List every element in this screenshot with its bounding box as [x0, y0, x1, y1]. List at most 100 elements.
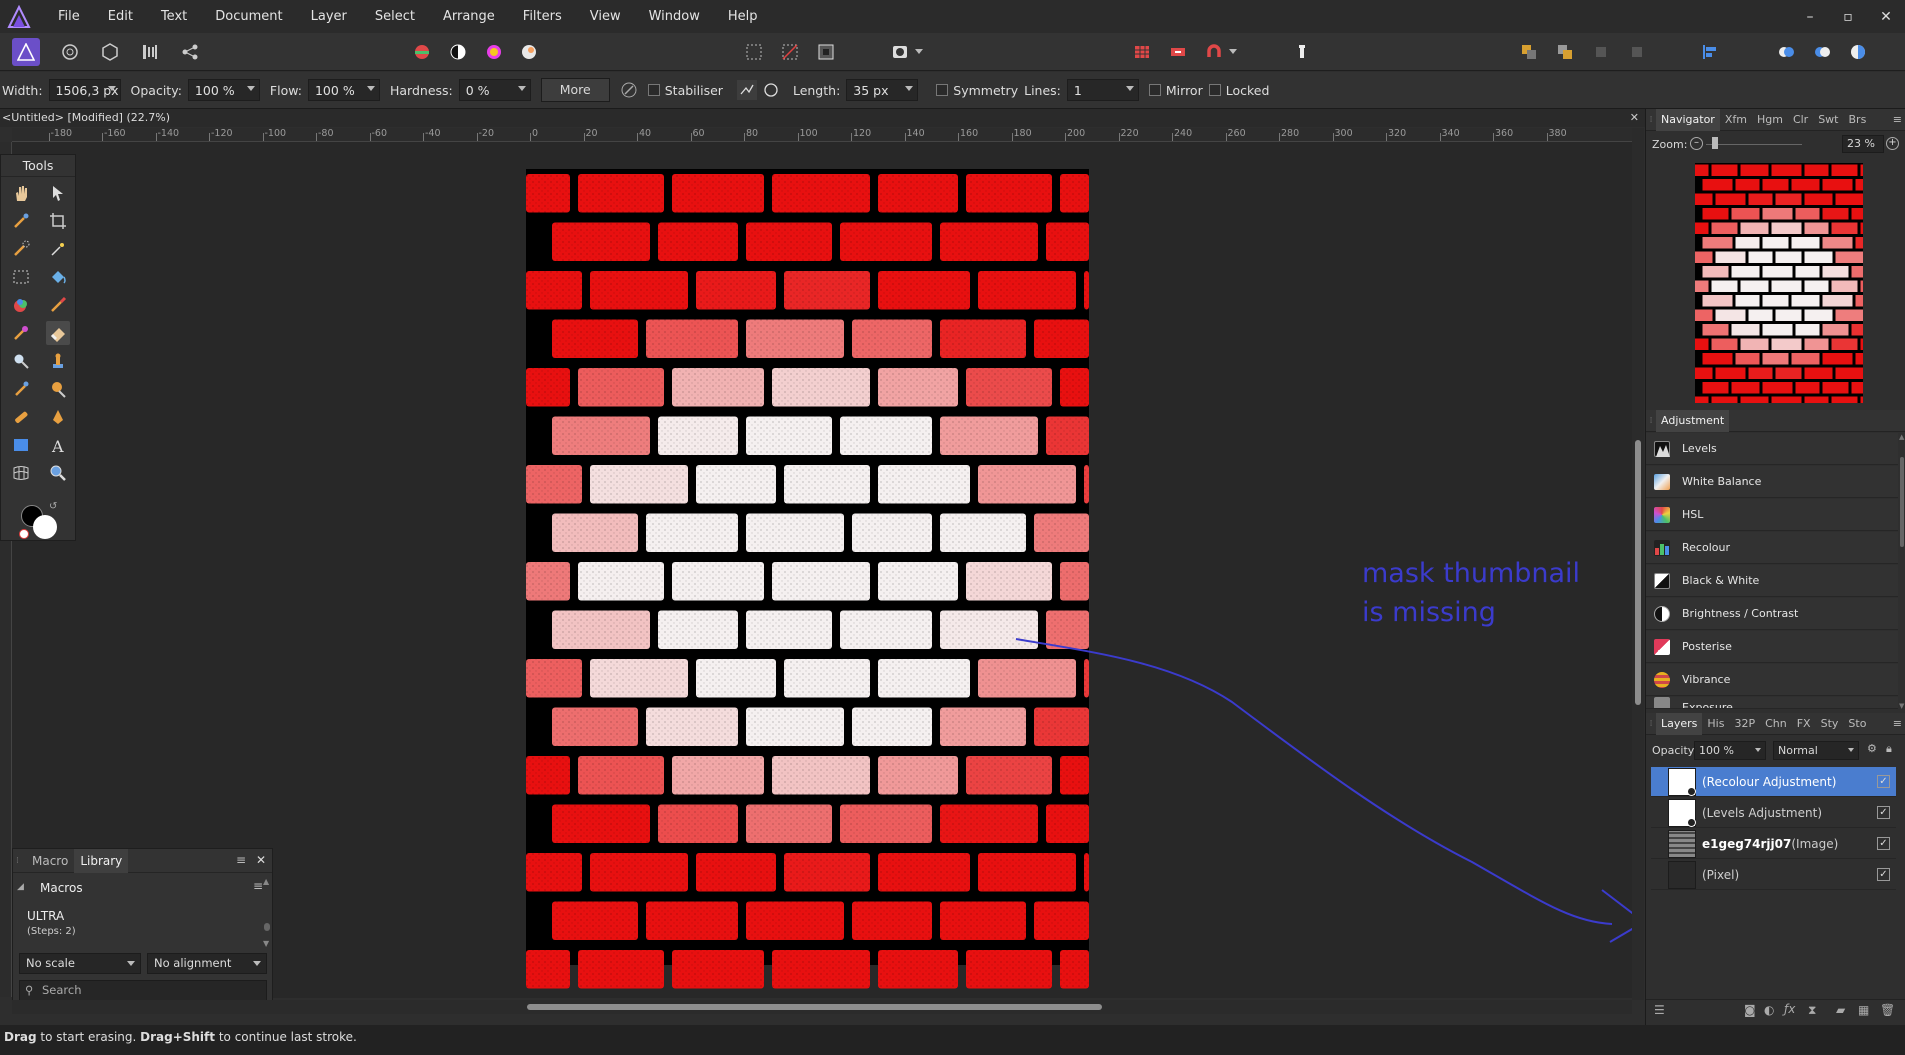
adjustment-black-white[interactable]: Black & White [1646, 565, 1898, 597]
tab-adjustment[interactable]: Adjustment [1656, 409, 1730, 432]
menu-select[interactable]: Select [361, 0, 429, 33]
macros-section-header[interactable]: ◢ Macros ≡ [13, 879, 263, 899]
auto-contrast-icon[interactable] [444, 38, 472, 66]
tab-navigator[interactable]: Navigator [1656, 108, 1720, 131]
locked-checkbox[interactable] [1208, 84, 1221, 96]
layer-visibility-checkbox[interactable]: ✓ [1877, 868, 1890, 881]
tab-brushes[interactable]: Brs [1844, 109, 1872, 131]
zoom-in-icon[interactable]: + [1886, 137, 1899, 150]
layer-settings-gear-icon[interactable]: ⚙ [1867, 742, 1877, 755]
horizontal-scrollbar[interactable] [12, 1000, 1632, 1014]
restore-button[interactable]: ▫ [1829, 0, 1867, 33]
move-to-front-icon[interactable] [1623, 38, 1651, 66]
flood-select-tool-icon[interactable] [46, 237, 70, 261]
zoom-value-field[interactable]: 23 % [1842, 135, 1884, 153]
lock-icon[interactable]: 🔒︎ [1886, 742, 1892, 756]
paint-brush-tool-icon[interactable] [46, 293, 70, 317]
layer-pixel[interactable]: (Pixel) ✓ [1651, 860, 1896, 890]
layer-visibility-checkbox[interactable]: ✓ [1877, 775, 1890, 788]
document-tab[interactable]: <Untitled> [Modified] (22.7%) ✕ [0, 109, 1645, 127]
section-menu-icon[interactable]: ≡ [253, 879, 263, 893]
force-pixel-alignment-icon[interactable] [1164, 38, 1192, 66]
mask-layer-icon[interactable]: ◙ [1744, 1003, 1756, 1017]
mirror-checkbox[interactable] [1148, 84, 1161, 96]
layer-recolour-adjustment[interactable]: (Recolour Adjustment) ✓ [1651, 767, 1896, 797]
liquify-persona-icon[interactable] [56, 38, 84, 66]
menu-view[interactable]: View [576, 0, 635, 33]
flood-fill-tool-icon[interactable] [46, 265, 70, 289]
delete-layer-icon[interactable]: 🗑︎ [1880, 1003, 1895, 1017]
layers-stack-icon[interactable]: ☰ [1654, 1003, 1665, 1017]
crop-tool-icon[interactable] [46, 209, 70, 233]
healing-brush-tool-icon[interactable] [9, 405, 33, 429]
deselect-icon[interactable] [776, 38, 804, 66]
layer-levels-adjustment[interactable]: (Levels Adjustment) ✓ [1651, 798, 1896, 828]
zoom-tool-icon[interactable] [46, 461, 70, 485]
menu-layer[interactable]: Layer [297, 0, 361, 33]
horizontal-scroll-thumb[interactable] [527, 1004, 1102, 1010]
tab-channels[interactable]: Chn [1760, 713, 1792, 735]
panel-menu-icon[interactable]: ≡ [236, 853, 246, 867]
adjustment-hsl[interactable]: HSL [1646, 499, 1898, 531]
move-to-back-icon[interactable] [1515, 38, 1543, 66]
menu-window[interactable]: Window [635, 0, 714, 33]
snapping-grid-icon[interactable] [1128, 38, 1156, 66]
window-mode-icon[interactable] [763, 82, 779, 98]
adjustment-recolour[interactable]: Recolour [1646, 532, 1898, 564]
menu-document[interactable]: Document [201, 0, 296, 33]
layer-image[interactable]: e1geg74rjj07 (Image) ✓ [1651, 829, 1896, 859]
dodge-tool-icon[interactable] [9, 349, 33, 373]
zoom-out-icon[interactable]: – [1690, 137, 1703, 150]
rectangle-tool-icon[interactable] [9, 433, 33, 457]
tab-swatches[interactable]: Swt [1813, 109, 1843, 131]
layer-visibility-checkbox[interactable]: ✓ [1877, 837, 1890, 850]
brush-dynamics-icon[interactable] [620, 81, 638, 99]
lines-field[interactable]: 1 [1066, 79, 1139, 101]
adjustment-posterise[interactable]: Posterise [1646, 631, 1898, 663]
develop-persona-icon[interactable] [96, 38, 124, 66]
panel-menu-icon[interactable]: ≡ [1893, 717, 1902, 730]
tab-macro[interactable]: Macro [26, 849, 74, 873]
flow-field[interactable]: 100 % [307, 79, 380, 101]
menu-help[interactable]: Help [714, 0, 772, 33]
rope-mode-icon[interactable] [736, 80, 757, 100]
tab-layers[interactable]: Layers [1656, 712, 1703, 735]
live-filter-icon[interactable]: ⧗ [1808, 1003, 1816, 1018]
width-field[interactable]: 1506,3 px [48, 79, 121, 101]
alignment-select[interactable]: No alignment [147, 953, 267, 974]
clone-tool-icon[interactable] [46, 349, 70, 373]
scale-select[interactable]: No scale [19, 953, 141, 974]
vertical-scroll-thumb[interactable] [1635, 440, 1641, 705]
add-pixel-layer-icon[interactable]: ▦ [1858, 1003, 1869, 1017]
tab-history[interactable]: His [1702, 713, 1729, 735]
paint-mixer-tool-icon[interactable] [9, 321, 33, 345]
tab-histogram[interactable]: Hgm [1752, 109, 1788, 131]
menu-arrange[interactable]: Arrange [429, 0, 509, 33]
adjustment-scrollbar[interactable]: ▲ ▼ [1899, 433, 1905, 710]
auto-levels-icon[interactable] [408, 38, 436, 66]
no-color-icon[interactable] [19, 529, 29, 539]
tone-mapping-persona-icon[interactable] [136, 38, 164, 66]
quick-mask-icon[interactable] [886, 38, 914, 66]
symmetry-checkbox[interactable] [936, 84, 949, 96]
close-document-icon[interactable]: ✕ [1630, 109, 1639, 127]
move-back-one-icon[interactable] [1551, 38, 1579, 66]
adjustment-brightness-contrast[interactable]: Brightness / Contrast [1646, 598, 1898, 630]
move-forward-one-icon[interactable] [1587, 38, 1615, 66]
swap-colors-icon[interactable]: ↺ [49, 501, 57, 512]
quick-mask-dropdown-icon[interactable] [912, 38, 926, 66]
tab-effects[interactable]: FX [1792, 713, 1816, 735]
adjustment-exposure[interactable]: Exposure [1646, 697, 1898, 709]
navigator-preview[interactable] [1695, 163, 1863, 403]
menu-edit[interactable]: Edit [94, 0, 147, 33]
blend-mode-select[interactable]: Normal [1773, 741, 1859, 760]
photo-persona-icon[interactable] [12, 38, 40, 66]
layer-opacity-field[interactable]: 100 % [1694, 741, 1766, 760]
collapse-icon[interactable]: ◢ [17, 882, 24, 892]
layer-visibility-checkbox[interactable]: ✓ [1877, 806, 1890, 819]
tab-transform[interactable]: Xfm [1720, 109, 1752, 131]
affinity-photo-logo-icon[interactable] [4, 2, 34, 32]
color-swatches[interactable]: ↺ [17, 501, 63, 541]
adjustment-vibrance[interactable]: Vibrance [1646, 664, 1898, 696]
selection-brush-tool-icon[interactable] [9, 237, 33, 261]
